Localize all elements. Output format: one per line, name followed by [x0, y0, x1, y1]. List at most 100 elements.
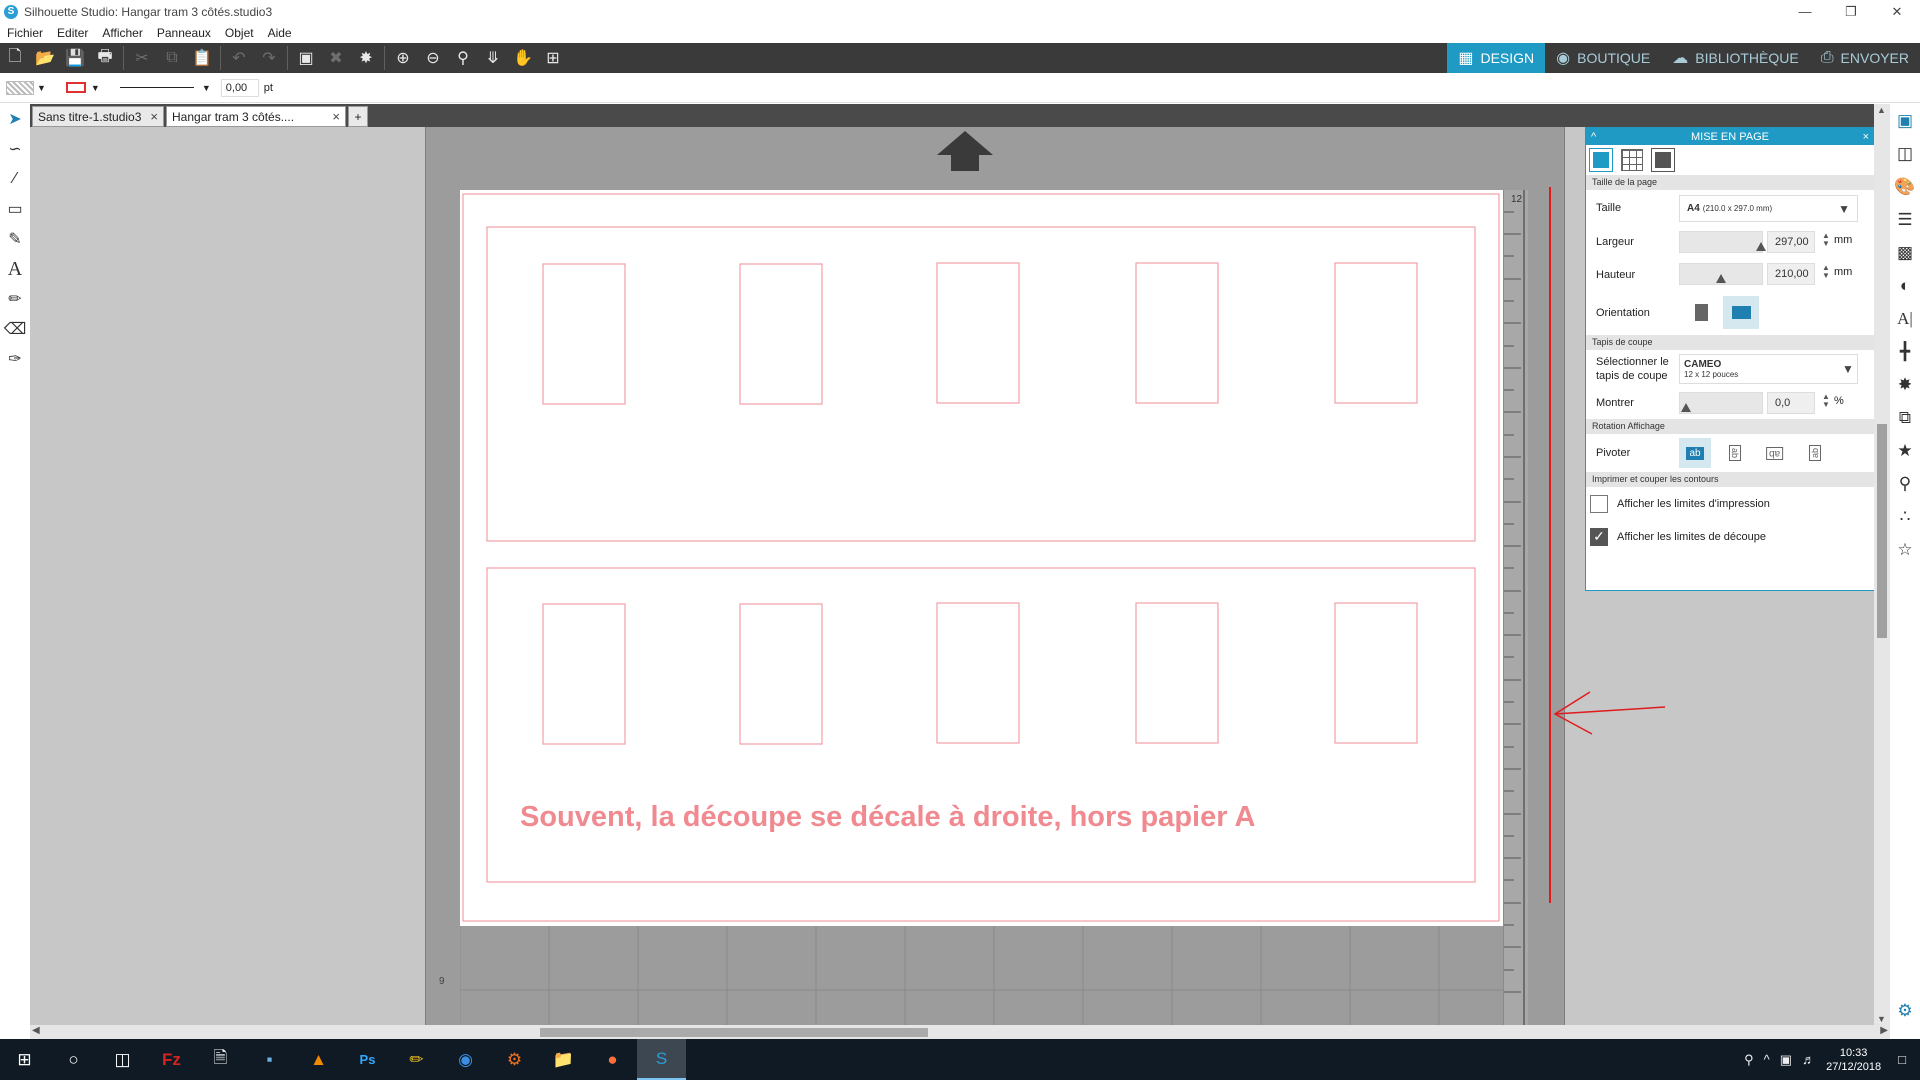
chat-app-icon[interactable]: ◉: [441, 1039, 490, 1080]
scroll-up-icon[interactable]: ▲: [1877, 105, 1886, 115]
firefox-icon[interactable]: ●: [588, 1039, 637, 1080]
paste-icon[interactable]: 📋: [187, 43, 217, 73]
height-input[interactable]: 210,00: [1767, 263, 1815, 285]
cortana-search-icon[interactable]: ○: [49, 1039, 98, 1080]
sketch-icon[interactable]: ∴: [1890, 500, 1920, 533]
select-all-icon[interactable]: ▣: [291, 43, 321, 73]
photo-app-icon[interactable]: ▪: [245, 1039, 294, 1080]
eraser-tool-icon[interactable]: ⌫: [0, 314, 30, 344]
line-style-icon[interactable]: ☰: [1890, 203, 1920, 236]
file-document-icon[interactable]: 🗎: [196, 1039, 245, 1080]
photoshop-icon[interactable]: Ps: [343, 1039, 392, 1080]
pan-hand-icon[interactable]: ✋: [508, 43, 538, 73]
modify-icon[interactable]: ⧉: [1890, 401, 1920, 434]
close-icon[interactable]: ×: [150, 109, 158, 124]
collapse-icon[interactable]: ^: [1591, 131, 1596, 143]
print-icon[interactable]: 🖶: [90, 43, 120, 73]
height-slider[interactable]: [1679, 263, 1763, 285]
tab-bibliotheque[interactable]: ☁ BIBLIOTHÈQUE: [1661, 43, 1809, 73]
show-slider[interactable]: [1679, 392, 1763, 414]
menu-panneaux[interactable]: Panneaux: [150, 26, 218, 40]
windows-start-icon[interactable]: ⊞: [0, 1039, 49, 1080]
text-tool-icon[interactable]: A: [0, 254, 30, 284]
mat-select[interactable]: CAMEO 12 x 12 pouces: [1679, 354, 1858, 384]
new-file-icon[interactable]: 🗋: [0, 43, 30, 73]
vertical-scroll-thumb[interactable]: [1877, 424, 1887, 638]
cut-limits-checkbox[interactable]: ✓: [1590, 527, 1608, 546]
settings-gear-icon[interactable]: ⚙: [1890, 994, 1920, 1027]
text-style-icon[interactable]: A|: [1890, 302, 1920, 335]
pencil-app-icon[interactable]: ✏: [392, 1039, 441, 1080]
width-slider[interactable]: [1679, 231, 1766, 253]
trace-panel-icon[interactable]: ⚲: [1890, 467, 1920, 500]
menu-afficher[interactable]: Afficher: [95, 26, 149, 40]
horizontal-scroll-thumb[interactable]: [540, 1028, 928, 1037]
undo-icon[interactable]: ↶: [224, 43, 254, 73]
knife-tool-icon[interactable]: ✑: [0, 344, 30, 374]
scroll-right-icon[interactable]: ▶: [1880, 1025, 1888, 1036]
redo-icon[interactable]: ↷: [254, 43, 284, 73]
close-icon[interactable]: ×: [332, 109, 340, 124]
page-setup-panel-icon[interactable]: ▣: [1890, 104, 1920, 137]
close-icon[interactable]: ×: [1863, 131, 1869, 143]
chevron-down-icon[interactable]: ▼: [1842, 362, 1854, 376]
fill-tool-icon[interactable]: ✏: [0, 284, 30, 314]
fit-page-icon[interactable]: ⊞: [538, 43, 568, 73]
replicate-icon[interactable]: ✸: [1890, 368, 1920, 401]
fill-pattern-swatch[interactable]: [6, 80, 34, 95]
width-input[interactable]: 297,00: [1767, 231, 1815, 253]
vlc-icon[interactable]: ▲: [294, 1039, 343, 1080]
edit-points-icon[interactable]: ∽: [0, 134, 30, 164]
menu-editer[interactable]: Editer: [50, 26, 95, 40]
chevron-up-icon[interactable]: ^: [1764, 1052, 1770, 1067]
horizontal-scrollbar[interactable]: ◀ ▶: [30, 1025, 1892, 1039]
people-icon[interactable]: ⚲: [1744, 1052, 1754, 1068]
fill-pattern-icon[interactable]: ▩: [1890, 236, 1920, 269]
offset-star-icon[interactable]: ★: [1890, 434, 1920, 467]
pivot-0-button[interactable]: ab: [1679, 438, 1711, 468]
tab-hangar-tram[interactable]: Hangar tram 3 côtés.... ×: [166, 106, 346, 127]
scroll-left-icon[interactable]: ◀: [32, 1025, 40, 1036]
chevron-down-icon[interactable]: ▼: [37, 83, 46, 93]
network-icon[interactable]: ▣: [1780, 1052, 1792, 1068]
pen-tool-icon[interactable]: ✎: [0, 224, 30, 254]
chevron-down-icon[interactable]: ▼: [91, 83, 100, 93]
copy-icon[interactable]: ⧉: [157, 43, 187, 73]
landscape-icon[interactable]: [1723, 296, 1759, 329]
restore-icon[interactable]: ❐: [1828, 0, 1874, 23]
show-input[interactable]: 0,0: [1767, 392, 1815, 414]
fill-color-palette-icon[interactable]: 🎨: [1890, 170, 1920, 203]
close-icon[interactable]: ✕: [1874, 0, 1920, 23]
registration-marks-icon[interactable]: ◫: [1890, 137, 1920, 170]
width-spinner[interactable]: ▲ ▼: [1822, 232, 1830, 248]
transparency-icon[interactable]: ◐: [1890, 269, 1920, 302]
registration-grid-icon[interactable]: [1621, 149, 1643, 171]
zoom-in-icon[interactable]: ⊕: [388, 43, 418, 73]
menu-aide[interactable]: Aide: [261, 26, 299, 40]
tab-design[interactable]: ▦ DESIGN: [1447, 43, 1546, 73]
minimize-icon[interactable]: —: [1782, 0, 1828, 23]
star-outline-icon[interactable]: ☆: [1890, 533, 1920, 566]
align-icon[interactable]: ╋: [1890, 335, 1920, 368]
new-tab-button[interactable]: +: [348, 106, 368, 127]
pivot-180-button[interactable]: ab: [1759, 438, 1791, 468]
background-tab-icon[interactable]: [1651, 148, 1675, 172]
save-icon[interactable]: 💾: [60, 43, 90, 73]
line-width-input[interactable]: 0,00: [220, 78, 259, 97]
tab-sans-titre[interactable]: Sans titre-1.studio3 ×: [32, 106, 164, 127]
notification-icon[interactable]: □: [1898, 1052, 1906, 1067]
open-folder-icon[interactable]: 📂: [30, 43, 60, 73]
tab-envoyer[interactable]: ⎙ ENVOYER: [1810, 43, 1920, 73]
line-style-preview[interactable]: [119, 87, 194, 88]
portrait-icon[interactable]: [1695, 304, 1708, 321]
rectangle-tool-icon[interactable]: ▭: [0, 194, 30, 224]
trace-icon[interactable]: ✸: [351, 43, 381, 73]
file-explorer-icon[interactable]: 📁: [539, 1039, 588, 1080]
settings-app-icon[interactable]: ⚙: [490, 1039, 539, 1080]
size-select[interactable]: A4 (210.0 x 297.0 mm) ▼: [1679, 195, 1858, 222]
select-arrow-icon[interactable]: ➤: [0, 104, 30, 134]
filezilla-icon[interactable]: Fz: [147, 1039, 196, 1080]
menu-objet[interactable]: Objet: [218, 26, 261, 40]
vertical-scrollbar[interactable]: ▲ ▼: [1874, 104, 1890, 1025]
height-spinner[interactable]: ▲ ▼: [1822, 264, 1830, 280]
